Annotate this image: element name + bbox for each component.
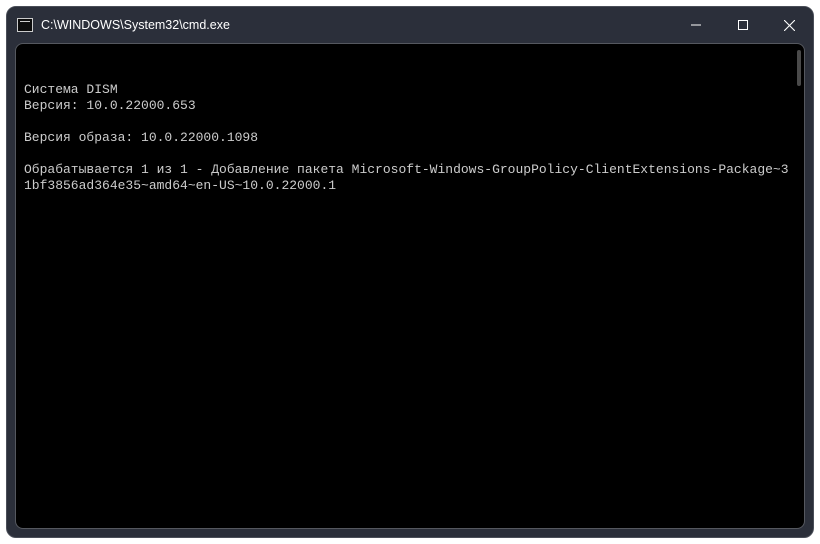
- titlebar[interactable]: C:\WINDOWS\System32\cmd.exe: [7, 7, 813, 43]
- close-button[interactable]: [766, 7, 813, 43]
- output-line: Cистема DISM: [24, 82, 796, 98]
- terminal-output[interactable]: Cистема DISMВерсия: 10.0.22000.653 Версия…: [16, 44, 804, 528]
- output-line: Версия образа: 10.0.22000.1098: [24, 130, 796, 146]
- command-prompt-window: C:\WINDOWS\System32\cmd.exe Cистема DISM…: [6, 6, 814, 538]
- cmd-icon: [17, 18, 33, 32]
- window-title: C:\WINDOWS\System32\cmd.exe: [41, 18, 672, 32]
- window-controls: [672, 7, 813, 43]
- terminal-frame: Cистема DISMВерсия: 10.0.22000.653 Версия…: [15, 43, 805, 529]
- maximize-button[interactable]: [719, 7, 766, 43]
- scrollbar-thumb[interactable]: [797, 50, 801, 86]
- output-line: Обрабатывается 1 из 1 - Добавление пакет…: [24, 162, 796, 194]
- minimize-button[interactable]: [672, 7, 719, 43]
- output-line: Версия: 10.0.22000.653: [24, 98, 796, 114]
